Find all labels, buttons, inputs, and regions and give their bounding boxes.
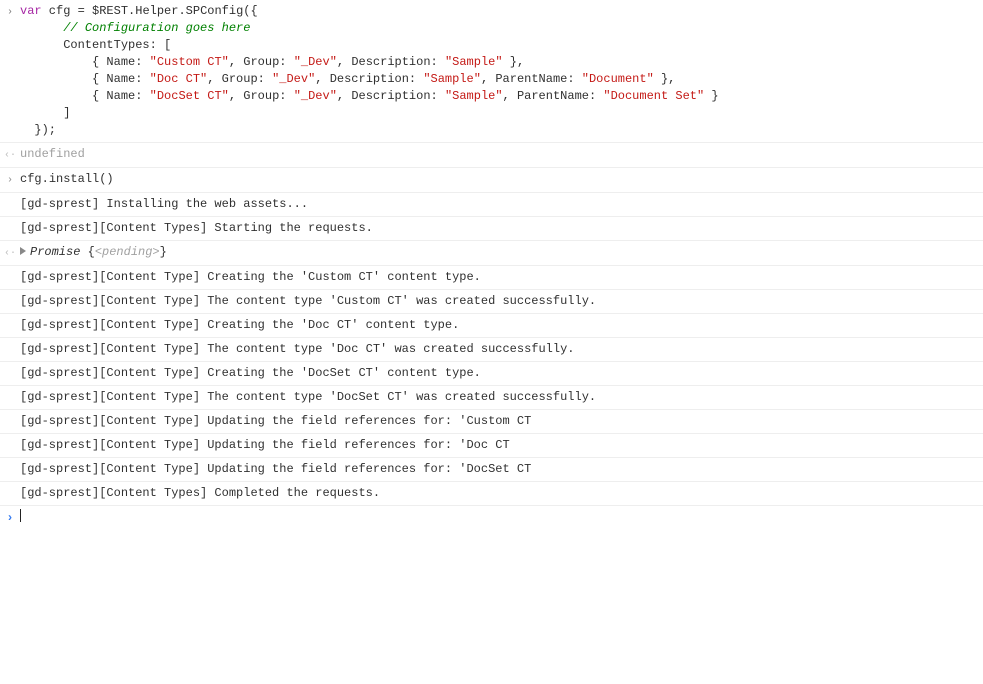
console-output-row: ‹·undefined (0, 142, 983, 167)
console-log-message: [gd-sprest][Content Type] The content ty… (20, 341, 983, 358)
console-log-message: [gd-sprest][Content Type] Creating the '… (20, 365, 983, 382)
log-gutter (0, 413, 20, 414)
promise-state: <pending> (95, 245, 160, 259)
console-log-message: [gd-sprest][Content Type] Creating the '… (20, 269, 983, 286)
output-chevron-icon: ‹· (0, 244, 20, 262)
console-log-row: [gd-sprest][Content Types] Starting the … (0, 216, 983, 240)
console-log-row: [gd-sprest][Content Type] Updating the f… (0, 409, 983, 433)
input-chevron-icon: › (0, 509, 20, 527)
log-gutter (0, 196, 20, 197)
console-log-message: [gd-sprest] Installing the web assets... (20, 196, 983, 213)
console-log-message: [gd-sprest][Content Types] Completed the… (20, 485, 983, 502)
expand-triangle-icon[interactable] (20, 247, 26, 255)
console-prompt-row[interactable]: › (0, 505, 983, 530)
output-chevron-icon: ‹· (0, 146, 20, 164)
console-input-row: ›cfg.install() (0, 167, 983, 192)
console-input-code: cfg.install() (20, 171, 983, 188)
console-log-message: [gd-sprest][Content Type] Updating the f… (20, 437, 983, 454)
console-log-row: [gd-sprest][Content Type] Creating the '… (0, 361, 983, 385)
promise-label: Promise (30, 245, 88, 259)
console-log-row: [gd-sprest][Content Type] Updating the f… (0, 433, 983, 457)
console-log-message: [gd-sprest][Content Type] The content ty… (20, 389, 983, 406)
text-cursor (20, 509, 21, 522)
console-log-row: [gd-sprest][Content Type] The content ty… (0, 289, 983, 313)
log-gutter (0, 341, 20, 342)
undefined-value: undefined (20, 147, 85, 161)
console-log-row: [gd-sprest][Content Type] Updating the f… (0, 457, 983, 481)
log-gutter (0, 220, 20, 221)
input-chevron-icon: › (0, 171, 20, 189)
log-gutter (0, 485, 20, 486)
console-log-row: [gd-sprest][Content Type] The content ty… (0, 385, 983, 409)
log-gutter (0, 317, 20, 318)
console-output-row: ‹·Promise {<pending>} (0, 240, 983, 265)
console-input-row: ›var cfg = $REST.Helper.SPConfig({ // Co… (0, 0, 983, 142)
console-log-row: [gd-sprest] Installing the web assets... (0, 192, 983, 216)
log-gutter (0, 461, 20, 462)
log-gutter (0, 293, 20, 294)
devtools-console[interactable]: ›var cfg = $REST.Helper.SPConfig({ // Co… (0, 0, 983, 530)
console-log-message: [gd-sprest][Content Types] Starting the … (20, 220, 983, 237)
console-log-message: [gd-sprest][Content Type] Creating the '… (20, 317, 983, 334)
log-gutter (0, 437, 20, 438)
console-log-message: [gd-sprest][Content Type] Updating the f… (20, 461, 983, 478)
console-log-row: [gd-sprest][Content Type] The content ty… (0, 337, 983, 361)
console-log-row: [gd-sprest][Content Type] Creating the '… (0, 265, 983, 289)
log-gutter (0, 269, 20, 270)
log-gutter (0, 365, 20, 366)
console-output: Promise {<pending>} (20, 244, 983, 261)
console-input-code[interactable]: var cfg = $REST.Helper.SPConfig({ // Con… (20, 3, 983, 139)
console-input-active[interactable] (20, 509, 983, 526)
console-log-message: [gd-sprest][Content Type] The content ty… (20, 293, 983, 310)
log-gutter (0, 389, 20, 390)
console-output: undefined (20, 146, 983, 163)
console-log-row: [gd-sprest][Content Types] Completed the… (0, 481, 983, 505)
input-chevron-icon: › (0, 3, 20, 21)
console-log-message: [gd-sprest][Content Type] Updating the f… (20, 413, 983, 430)
console-log-row: [gd-sprest][Content Type] Creating the '… (0, 313, 983, 337)
